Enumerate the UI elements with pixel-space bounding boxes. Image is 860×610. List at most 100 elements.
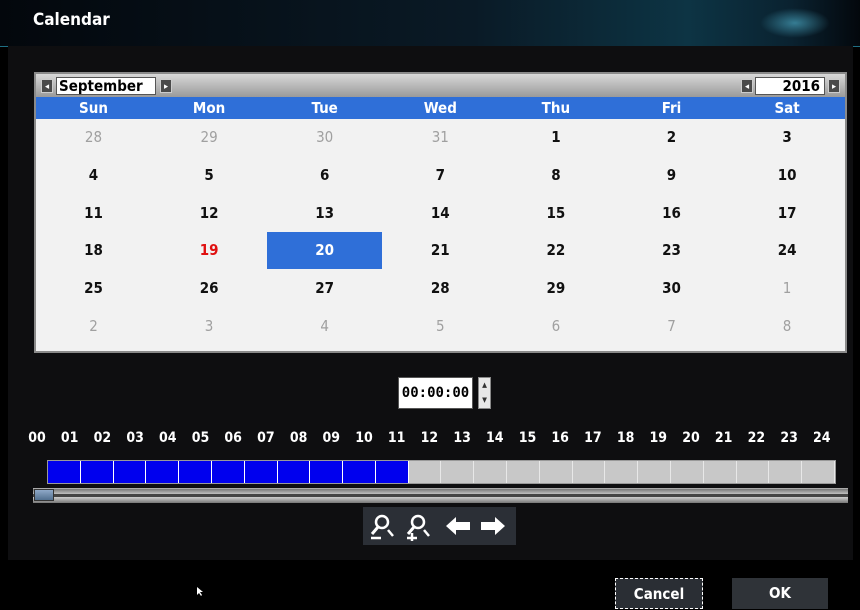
recorded-segment[interactable] [343,461,376,483]
day-cell[interactable]: 3 [730,119,845,156]
weekday-label-fri: Fri [661,99,682,117]
ok-button[interactable]: OK [732,578,828,609]
empty-segment[interactable] [507,461,540,483]
empty-segment[interactable] [539,461,573,483]
day-cell[interactable]: 1 [498,119,613,156]
hour-label: 01 [60,430,79,446]
arrow-left-icon[interactable] [443,511,473,541]
day-cell[interactable]: 28 [383,270,498,307]
day-cell[interactable]: 31 [383,119,498,156]
empty-segment[interactable] [638,461,672,483]
prev-year-button[interactable]: ◂ [741,79,753,93]
month-select[interactable]: September [56,77,156,95]
day-cell[interactable]: 4 [36,157,151,194]
hour-label: 15 [518,430,537,446]
day-cell[interactable]: 6 [498,308,613,345]
day-cell[interactable]: 9 [614,157,729,194]
day-cell[interactable]: 13 [267,195,382,232]
day-cell[interactable]: 25 [36,270,151,307]
weekday-label-mon: Mon [192,99,226,117]
recorded-segment[interactable] [179,461,212,483]
recorded-segment[interactable] [277,461,311,483]
day-cell[interactable]: 1 [730,270,845,307]
day-cell[interactable]: 11 [36,195,151,232]
day-cell[interactable]: 23 [614,232,729,269]
day-cell[interactable]: 10 [730,157,845,194]
hour-labels: 00 01 02 03 04 05 06 07 08 09 10 11 12 13 14 15 16 17 18 19… [28,430,850,450]
prev-month-button[interactable]: ◂ [41,79,53,93]
spin-down-icon[interactable]: ▼ [480,393,489,407]
spin-up-icon[interactable]: ▲ [480,378,489,392]
year-select[interactable]: 2016 [755,77,825,95]
day-cell[interactable]: 19 [152,232,267,269]
day-cell[interactable]: 3 [152,308,267,345]
recorded-segment[interactable] [80,461,114,483]
day-cell[interactable]: 28 [36,119,151,156]
scroll-thumb[interactable] [34,489,54,501]
empty-segment[interactable] [441,461,475,483]
day-cell[interactable]: 20 [267,232,383,270]
timeline-scrollbar[interactable] [33,488,848,503]
day-cell[interactable]: 2 [36,308,151,345]
day-cell[interactable]: 16 [614,195,729,232]
day-cell[interactable]: 27 [267,270,382,307]
day-cell[interactable]: 18 [36,232,151,269]
day-cell[interactable]: 5 [383,308,498,345]
day-cell[interactable]: 17 [730,195,845,232]
recorded-segment[interactable] [48,461,81,483]
day-cell[interactable]: 30 [614,270,729,307]
recorded-segment[interactable] [375,461,409,483]
day-cell[interactable]: 7 [614,308,729,345]
day-cell[interactable]: 6 [267,157,382,194]
cancel-button[interactable]: Cancel [615,578,703,609]
empty-segment[interactable] [671,461,704,483]
recorded-segment[interactable] [244,461,278,483]
recording-timeline[interactable] [47,460,836,484]
title-glow [760,8,830,38]
day-cell[interactable]: 29 [152,119,267,156]
empty-segment[interactable] [769,461,803,483]
day-cell[interactable]: 5 [152,157,267,194]
day-cell[interactable]: 22 [498,232,613,269]
day-cell[interactable]: 24 [730,232,845,269]
recorded-segment[interactable] [146,461,180,483]
day-cell[interactable]: 30 [267,119,382,156]
empty-segment[interactable] [703,461,737,483]
arrow-right-icon[interactable] [478,511,508,541]
zoom-in-icon[interactable] [403,511,433,541]
hour-label: 10 [355,430,373,446]
recorded-segment[interactable] [113,461,147,483]
time-spinner[interactable]: ▲ ▼ [478,377,491,409]
empty-segment[interactable] [474,461,508,483]
hour-label: 21 [714,430,733,446]
day-cell[interactable]: 8 [730,308,845,345]
day-cell[interactable]: 15 [498,195,613,232]
time-input[interactable]: 00:00:00 [398,377,473,409]
day-cell[interactable]: 29 [498,270,613,307]
zoom-out-icon[interactable] [367,511,397,541]
weekday-header-row: Sun Mon Tue Wed Thu Fri Sat [36,97,845,119]
day-cell[interactable]: 12 [152,195,267,232]
day-cell[interactable]: 14 [383,195,498,232]
empty-segment[interactable] [802,461,835,483]
empty-segment[interactable] [408,461,442,483]
footer-bar [0,560,860,609]
day-cell[interactable]: 21 [383,232,498,269]
hour-label: 03 [126,430,144,446]
recorded-segment[interactable] [211,461,245,483]
day-cell[interactable]: 26 [152,270,267,307]
hour-label: 19 [649,430,668,446]
day-cell[interactable]: 7 [383,157,498,194]
hour-label: 04 [159,430,177,446]
day-cell[interactable]: 2 [614,119,729,156]
next-year-button[interactable]: ▸ [828,79,840,93]
hour-label: 07 [257,430,275,446]
day-cell[interactable]: 4 [267,308,382,345]
empty-segment[interactable] [605,461,639,483]
hour-label: 02 [93,430,112,446]
day-cell[interactable]: 8 [498,157,613,194]
recorded-segment[interactable] [310,461,344,483]
next-month-button[interactable]: ▸ [160,79,172,93]
empty-segment[interactable] [736,461,770,483]
empty-segment[interactable] [572,461,606,483]
